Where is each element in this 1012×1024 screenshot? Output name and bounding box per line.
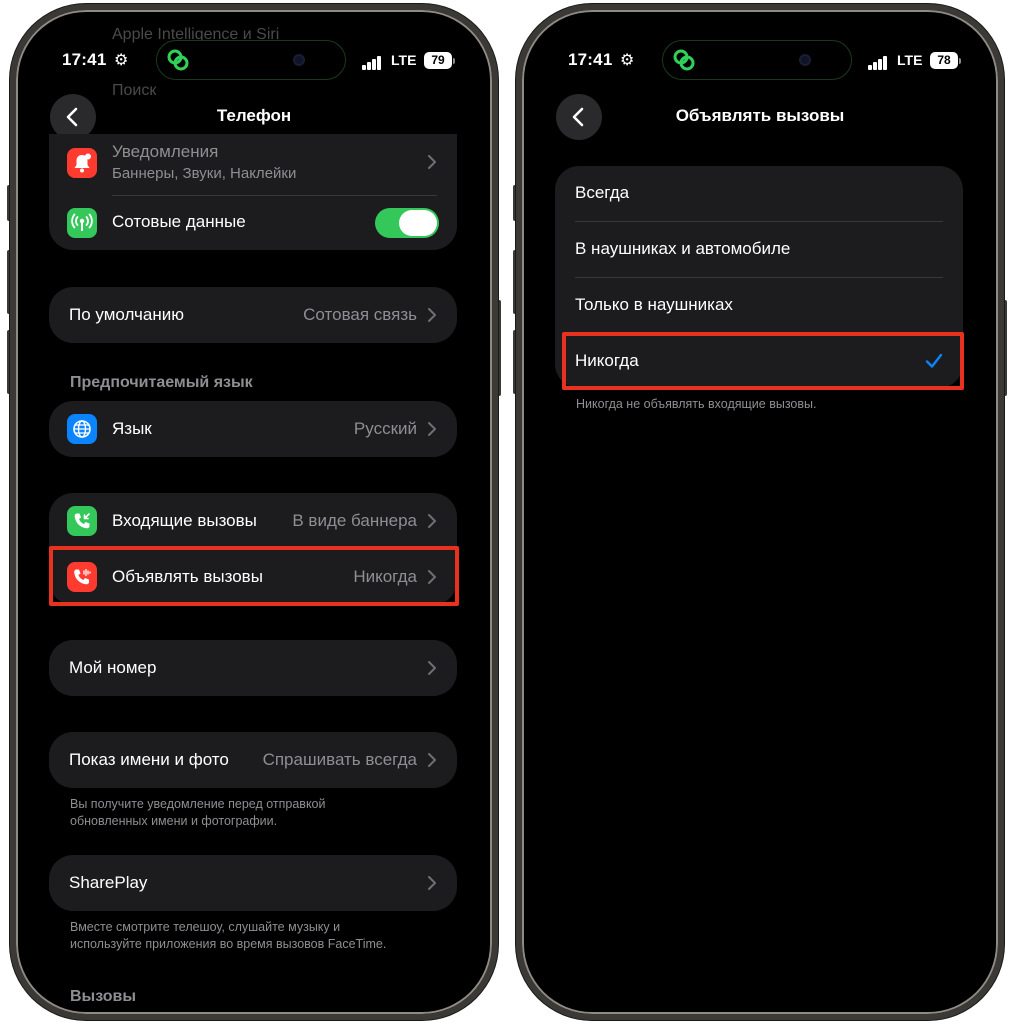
incoming-calls-value: В виде баннера xyxy=(292,511,417,530)
toggle-knob xyxy=(399,210,437,236)
group-calls-display: Входящие вызовы В виде баннера Объявлять… xyxy=(49,493,457,605)
section-header-language: Предпочитаемый язык xyxy=(70,374,253,391)
group-my-number: Мой номер xyxy=(49,640,457,696)
name-photo-value: Спрашивать всегда xyxy=(262,750,417,769)
announce-footer: Никогда не объявлять входящие вызовы. xyxy=(576,397,817,411)
phone-screen-left: Apple Intelligence и Siri Поиск 17:41 ⚙ … xyxy=(10,4,498,1020)
row-language[interactable]: Язык Русский xyxy=(49,401,457,457)
shareplay-label: SharePlay xyxy=(69,873,148,892)
chevron-right-icon xyxy=(428,876,436,890)
chevron-right-icon xyxy=(428,570,436,584)
front-camera xyxy=(799,54,811,66)
status-time: 17:41 xyxy=(62,50,107,69)
row-incoming-calls[interactable]: Входящие вызовы В виде баннера xyxy=(49,493,457,549)
network-type: LTE xyxy=(897,52,923,68)
default-line-value: Сотовая связь xyxy=(303,305,417,324)
option-label: Никогда xyxy=(575,351,639,370)
status-bar: 17:41 ⚙ LTE 79 xyxy=(16,40,492,80)
dynamic-island[interactable] xyxy=(156,40,346,80)
link-circles-icon xyxy=(167,49,189,71)
announce-calls-label: Объявлять вызовы xyxy=(112,567,263,586)
status-bar: 17:41 ⚙ LTE 78 xyxy=(522,40,998,80)
battery-icon: 79 xyxy=(424,52,452,69)
nav-bar: Объявлять вызовы xyxy=(522,94,998,140)
antenna-icon xyxy=(67,208,97,238)
gear-icon: ⚙ xyxy=(620,52,635,69)
row-my-number[interactable]: Мой номер xyxy=(49,640,457,696)
phone-screen-right: 17:41 ⚙ LTE 78 Объявлять вызовы Всегда В… xyxy=(516,4,1004,1020)
bell-badge-icon xyxy=(67,148,97,178)
default-line-label: По умолчанию xyxy=(69,305,184,324)
name-photo-label: Показ имени и фото xyxy=(69,750,229,769)
chevron-right-icon xyxy=(428,514,436,528)
dynamic-island[interactable] xyxy=(662,40,852,80)
option-label: Только в наушниках xyxy=(575,295,733,314)
group-notifications: Уведомления Баннеры, Звуки, Наклейки Сот… xyxy=(49,134,457,250)
option-headphones-and-car[interactable]: В наушниках и автомобиле xyxy=(555,222,963,277)
checkmark-icon xyxy=(925,353,943,368)
row-shareplay[interactable]: SharePlay xyxy=(49,855,457,911)
group-shareplay: SharePlay xyxy=(49,855,457,911)
language-value: Русский xyxy=(353,419,417,438)
row-name-photo[interactable]: Показ имени и фото Спрашивать всегда xyxy=(49,732,457,788)
page-title: Объявлять вызовы xyxy=(675,106,845,125)
group-default-line: По умолчанию Сотовая связь xyxy=(49,287,457,343)
chevron-right-icon xyxy=(428,308,436,322)
page-title: Телефон xyxy=(216,106,292,125)
cellular-data-label: Сотовые данные xyxy=(112,212,246,231)
phone-incoming-icon xyxy=(67,506,97,536)
row-cellular-data[interactable]: Сотовые данные xyxy=(49,196,457,250)
battery-tip xyxy=(959,58,961,64)
row-announce-calls[interactable]: Объявлять вызовы Никогда xyxy=(49,550,457,605)
group-language: Язык Русский xyxy=(49,401,457,457)
name-photo-footer: Вы получите уведомление перед отправкой … xyxy=(70,797,326,828)
cellular-data-toggle[interactable] xyxy=(375,208,439,238)
front-camera xyxy=(293,54,305,66)
option-always[interactable]: Всегда xyxy=(555,166,963,221)
my-number-label: Мой номер xyxy=(69,658,157,677)
status-time: 17:41 xyxy=(568,50,613,69)
shareplay-footer: Вместе смотрите телешоу, слушайте музыку… xyxy=(70,920,387,951)
option-label: В наушниках и автомобиле xyxy=(575,239,791,258)
group-name-photo: Показ имени и фото Спрашивать всегда xyxy=(49,732,457,788)
row-default-line[interactable]: По умолчанию Сотовая связь xyxy=(49,287,457,343)
option-label: Всегда xyxy=(575,183,630,202)
chevron-right-icon xyxy=(428,661,436,675)
language-label: Язык xyxy=(112,419,152,438)
network-type: LTE xyxy=(391,52,417,68)
gear-icon: ⚙ xyxy=(114,52,129,69)
notifications-sublabel: Баннеры, Звуки, Наклейки xyxy=(112,165,297,182)
announce-calls-value: Никогда xyxy=(353,567,417,586)
battery-tip xyxy=(453,58,455,64)
row-notifications[interactable]: Уведомления Баннеры, Звуки, Наклейки xyxy=(49,134,457,194)
link-circles-icon xyxy=(673,49,695,71)
globe-icon xyxy=(67,414,97,444)
option-never[interactable]: Никогда xyxy=(555,334,963,388)
phone-waveform-icon xyxy=(67,562,97,592)
group-announce-options: Всегда В наушниках и автомобиле Только в… xyxy=(555,166,963,388)
chevron-right-icon xyxy=(428,422,436,436)
chevron-right-icon xyxy=(428,155,436,169)
battery-icon: 78 xyxy=(930,52,958,69)
signal-icon xyxy=(868,56,890,70)
option-headphones-only[interactable]: Только в наушниках xyxy=(555,278,963,333)
incoming-calls-label: Входящие вызовы xyxy=(112,511,257,530)
signal-icon xyxy=(362,56,384,70)
section-header-calls: Вызовы xyxy=(70,988,137,1005)
notifications-label: Уведомления xyxy=(112,142,219,161)
chevron-right-icon xyxy=(428,753,436,767)
